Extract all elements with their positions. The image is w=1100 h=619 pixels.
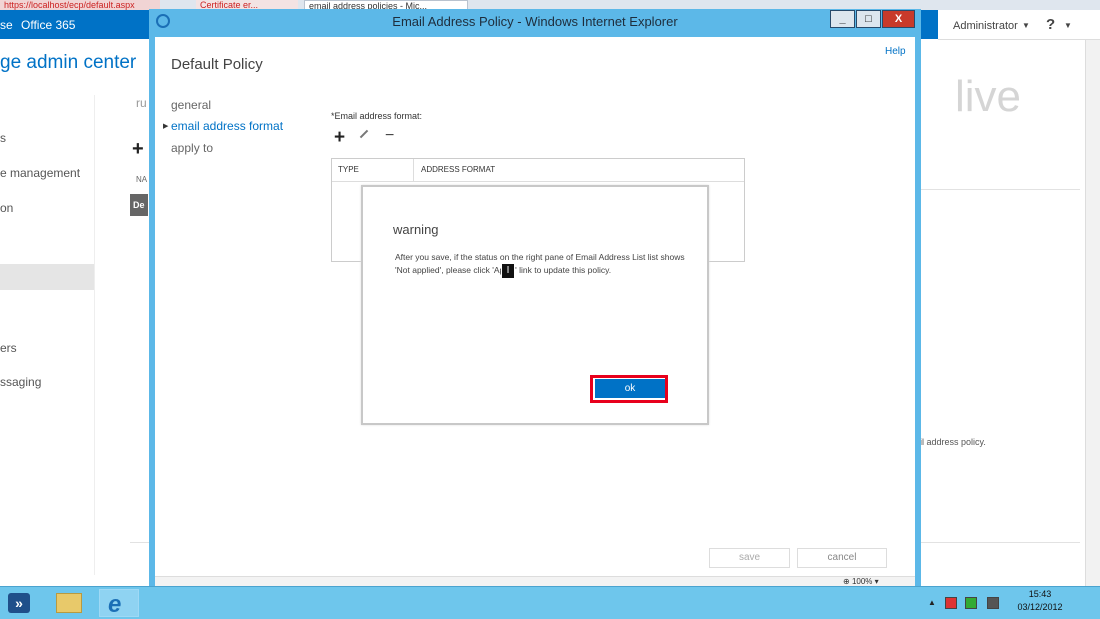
remove-icon[interactable]: − bbox=[385, 127, 394, 145]
save-button[interactable]: save bbox=[709, 548, 790, 568]
maximize-button[interactable]: □ bbox=[856, 10, 881, 28]
left-nav-item[interactable]: ssaging bbox=[0, 375, 41, 389]
add-icon[interactable]: + bbox=[132, 138, 144, 161]
scrollbar[interactable] bbox=[1085, 40, 1100, 586]
eac-title: ge admin center bbox=[0, 52, 137, 73]
ie-content-area: Default Policy Help general ▶ email addr… bbox=[155, 37, 915, 587]
help-menu[interactable]: ? bbox=[1046, 16, 1055, 33]
tray-expand-icon[interactable]: ▲ bbox=[928, 598, 936, 607]
table-header: TYPE ADDRESS FORMAT bbox=[332, 159, 744, 182]
tab-fragment[interactable]: ru bbox=[136, 96, 147, 110]
side-nav-apply-to[interactable]: apply to bbox=[171, 141, 213, 155]
column-header-fragment: NA bbox=[136, 175, 148, 184]
powershell-icon: » bbox=[8, 593, 30, 613]
o365-nav-office365[interactable]: Office 365 bbox=[21, 18, 75, 32]
taskbar-powershell[interactable]: » bbox=[0, 589, 40, 617]
clock-time[interactable]: 15:43 bbox=[1015, 589, 1065, 599]
zoom-value: 100% bbox=[851, 577, 873, 586]
user-menu[interactable]: Administrator bbox=[953, 20, 1018, 32]
divider bbox=[920, 189, 1080, 190]
folder-icon bbox=[56, 593, 82, 613]
column-header-address-format[interactable]: ADDRESS FORMAT bbox=[421, 165, 495, 174]
window-titlebar[interactable]: Email Address Policy - Windows Internet … bbox=[149, 9, 921, 36]
selected-row-fragment[interactable]: De bbox=[130, 194, 148, 216]
left-nav-item[interactable]: e management bbox=[0, 166, 80, 180]
ok-button[interactable]: ok bbox=[595, 379, 665, 398]
action-center-flag-icon[interactable] bbox=[945, 597, 957, 609]
taskbar-explorer[interactable] bbox=[48, 589, 88, 617]
selected-arrow-icon: ▶ bbox=[163, 123, 169, 130]
email-format-label: *Email address format: bbox=[331, 111, 423, 121]
zoom-level[interactable]: ⊕ 100% ▾ bbox=[843, 577, 879, 586]
ie-popup-window: Email Address Policy - Windows Internet … bbox=[149, 9, 921, 587]
side-nav-general[interactable]: general bbox=[171, 98, 211, 112]
divider bbox=[94, 95, 95, 575]
dialog-message: After you save, if the status on the rig… bbox=[395, 252, 685, 275]
left-nav-selected-bg bbox=[0, 264, 94, 290]
window-title: Email Address Policy - Windows Internet … bbox=[392, 14, 678, 29]
minimize-button[interactable]: _ bbox=[830, 10, 855, 28]
o365-nav-item[interactable]: se bbox=[0, 18, 13, 32]
page-title: Default Policy bbox=[171, 56, 263, 73]
dialog-title: warning bbox=[393, 222, 439, 237]
cancel-button[interactable]: cancel bbox=[797, 548, 887, 568]
left-nav-item[interactable]: s bbox=[0, 131, 6, 145]
chevron-down-icon[interactable]: ▼ bbox=[1022, 21, 1030, 30]
details-pane-text: il address policy. bbox=[920, 437, 986, 447]
chevron-down-icon[interactable]: ▼ bbox=[1064, 21, 1072, 30]
zoom-icon: ⊕ bbox=[843, 577, 852, 586]
browser-tab-address[interactable]: https://localhost/ecp/default.aspx bbox=[0, 0, 160, 10]
volume-icon[interactable] bbox=[987, 597, 999, 609]
column-header-type[interactable]: TYPE bbox=[338, 165, 359, 174]
left-nav-item[interactable]: on bbox=[0, 201, 13, 215]
edit-pencil-icon[interactable] bbox=[359, 129, 369, 139]
add-icon[interactable]: + bbox=[334, 127, 345, 149]
clock-date[interactable]: 03/12/2012 bbox=[1010, 602, 1070, 612]
warning-dialog: warning After you save, if the status on… bbox=[361, 185, 709, 425]
taskbar-internet-explorer[interactable]: e bbox=[99, 589, 139, 618]
logo-text-live: live bbox=[955, 72, 1022, 121]
close-button[interactable]: X bbox=[882, 10, 915, 28]
network-icon[interactable] bbox=[965, 597, 977, 609]
text-cursor-icon: I bbox=[501, 263, 515, 279]
left-nav-item[interactable]: ers bbox=[0, 341, 17, 355]
ie-icon: e bbox=[108, 591, 122, 618]
help-link[interactable]: Help bbox=[885, 46, 906, 57]
column-divider bbox=[413, 159, 414, 181]
side-nav-email-address-format[interactable]: email address format bbox=[171, 119, 283, 133]
